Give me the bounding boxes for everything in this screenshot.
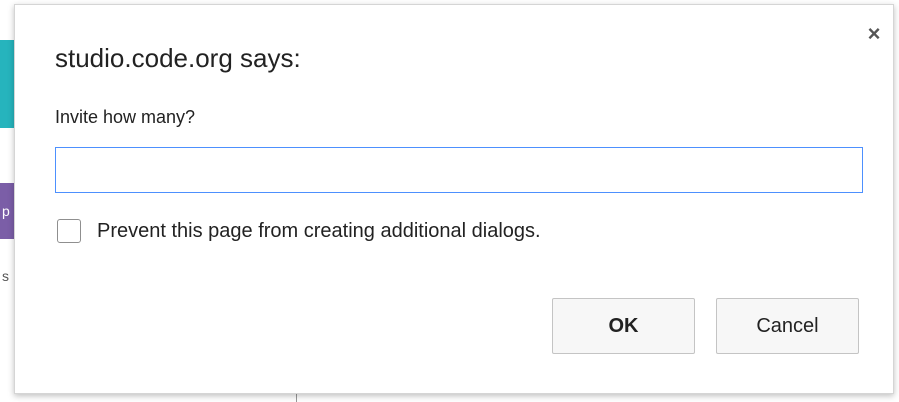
background-fragment-letter: s xyxy=(2,268,9,284)
dialog-title: studio.code.org says: xyxy=(55,43,301,73)
ok-button[interactable]: OK xyxy=(552,298,695,354)
background-purple-panel: p xyxy=(0,183,14,239)
close-icon[interactable]: × xyxy=(863,23,885,45)
cancel-button[interactable]: Cancel xyxy=(716,298,859,354)
js-prompt-dialog: × studio.code.org says: Invite how many?… xyxy=(14,4,894,394)
prevent-dialogs-label[interactable]: Prevent this page from creating addition… xyxy=(97,220,541,243)
background-fragment-text: p xyxy=(2,203,10,219)
prompt-input[interactable] xyxy=(55,147,863,193)
prompt-message: Invite how many? xyxy=(55,107,196,127)
background-teal-panel xyxy=(0,40,14,128)
checkbox-icon[interactable] xyxy=(57,219,81,243)
prevent-dialogs-row[interactable]: Prevent this page from creating addition… xyxy=(57,219,541,243)
